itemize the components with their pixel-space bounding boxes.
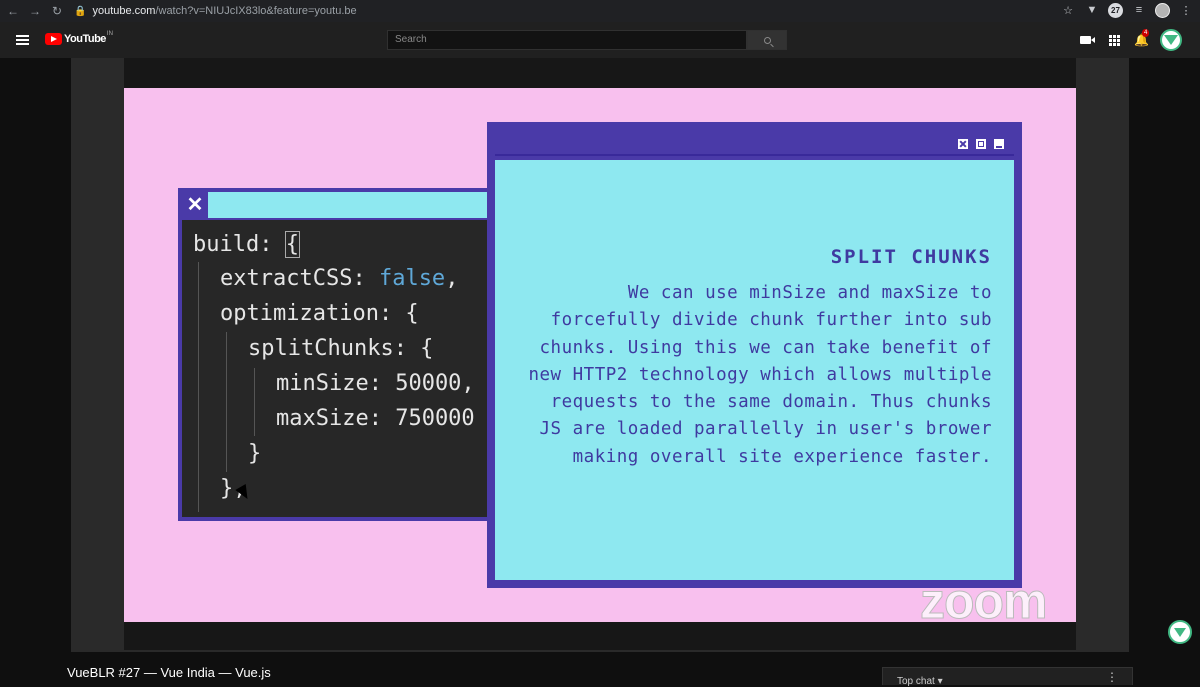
logo-region: IN [106, 31, 113, 37]
youtube-play-icon [45, 33, 62, 45]
account-avatar[interactable] [1160, 29, 1182, 51]
star-icon[interactable]: ☆ [1060, 2, 1076, 18]
channel-watermark-icon[interactable] [1168, 620, 1192, 644]
notifications-bell-icon[interactable]: 🔔 4 [1134, 29, 1150, 46]
code-window: ✕ build: { extractCSS: false, optimizati… [178, 188, 498, 521]
media-control-icon[interactable]: ≡ [1131, 2, 1147, 18]
youtube-header: YouTube IN Search 🔔 4 [0, 22, 1200, 58]
notification-badge: 4 [1142, 29, 1150, 37]
info-window-titlebar [495, 130, 1014, 156]
back-icon[interactable]: ← [4, 2, 22, 20]
live-chat-header: Top chat ▾ ⋮ [882, 667, 1133, 687]
apps-grid-icon[interactable] [1109, 34, 1120, 46]
info-window: SPLIT CHUNKS We can use minSize and maxS… [487, 122, 1022, 588]
extension-badge[interactable]: 27 [1108, 2, 1123, 18]
code-line: maxSize: 750000 [276, 406, 475, 431]
window-maximize-icon [974, 137, 988, 151]
code-line: minSize: 50000, [276, 371, 475, 396]
vue-logo-icon [1164, 35, 1178, 45]
url-path: /watch?v=NIUJcIX83lo&feature=youtu.be [155, 5, 357, 17]
info-paragraph: We can use minSize and maxSize to forcef… [528, 283, 992, 467]
address-bar[interactable]: youtube.com/watch?v=NIUJcIX83lo&feature=… [92, 5, 356, 17]
profile-avatar[interactable] [1155, 2, 1170, 18]
logo-text: YouTube [64, 33, 106, 45]
code-line: extractCSS: false, [220, 266, 459, 291]
browser-toolbar: ← → ↻ 🔒 youtube.com/watch?v=NIUJcIX83lo&… [0, 0, 1200, 22]
chat-more-icon[interactable]: ⋮ [1106, 670, 1118, 684]
search-button[interactable] [747, 30, 787, 50]
url-domain: youtube.com [92, 5, 156, 17]
extension-icon[interactable]: ▼ [1084, 2, 1100, 18]
youtube-logo[interactable]: YouTube IN [45, 31, 113, 45]
code-line: } [248, 441, 262, 466]
code-window-titlebar [182, 192, 498, 218]
window-minimize-icon [992, 137, 1006, 151]
forward-icon[interactable]: → [26, 2, 44, 20]
window-close-icon [956, 137, 970, 151]
top-chat-dropdown[interactable]: Top chat ▾ [897, 676, 943, 687]
reload-icon[interactable]: ↻ [48, 2, 66, 20]
kebab-menu-icon[interactable]: ⋮ [1178, 2, 1194, 18]
code-line: build: { [193, 231, 300, 258]
create-video-icon[interactable] [1080, 36, 1095, 44]
video-title: VueBLR #27 — Vue India — Vue.js [67, 665, 271, 680]
search-input[interactable]: Search [387, 30, 747, 50]
info-title: SPLIT CHUNKS [830, 246, 992, 268]
code-line: splitChunks: { [248, 336, 434, 361]
lock-icon: 🔒 [74, 5, 87, 17]
code-editor: build: { extractCSS: false, optimization… [182, 220, 498, 517]
search-icon [763, 36, 771, 44]
hamburger-menu-icon[interactable] [16, 35, 29, 45]
close-icon: ✕ [182, 192, 208, 218]
info-window-body: SPLIT CHUNKS We can use minSize and maxS… [495, 160, 1014, 580]
zoom-watermark: zoom [920, 573, 1049, 630]
code-line: optimization: { [220, 301, 419, 326]
